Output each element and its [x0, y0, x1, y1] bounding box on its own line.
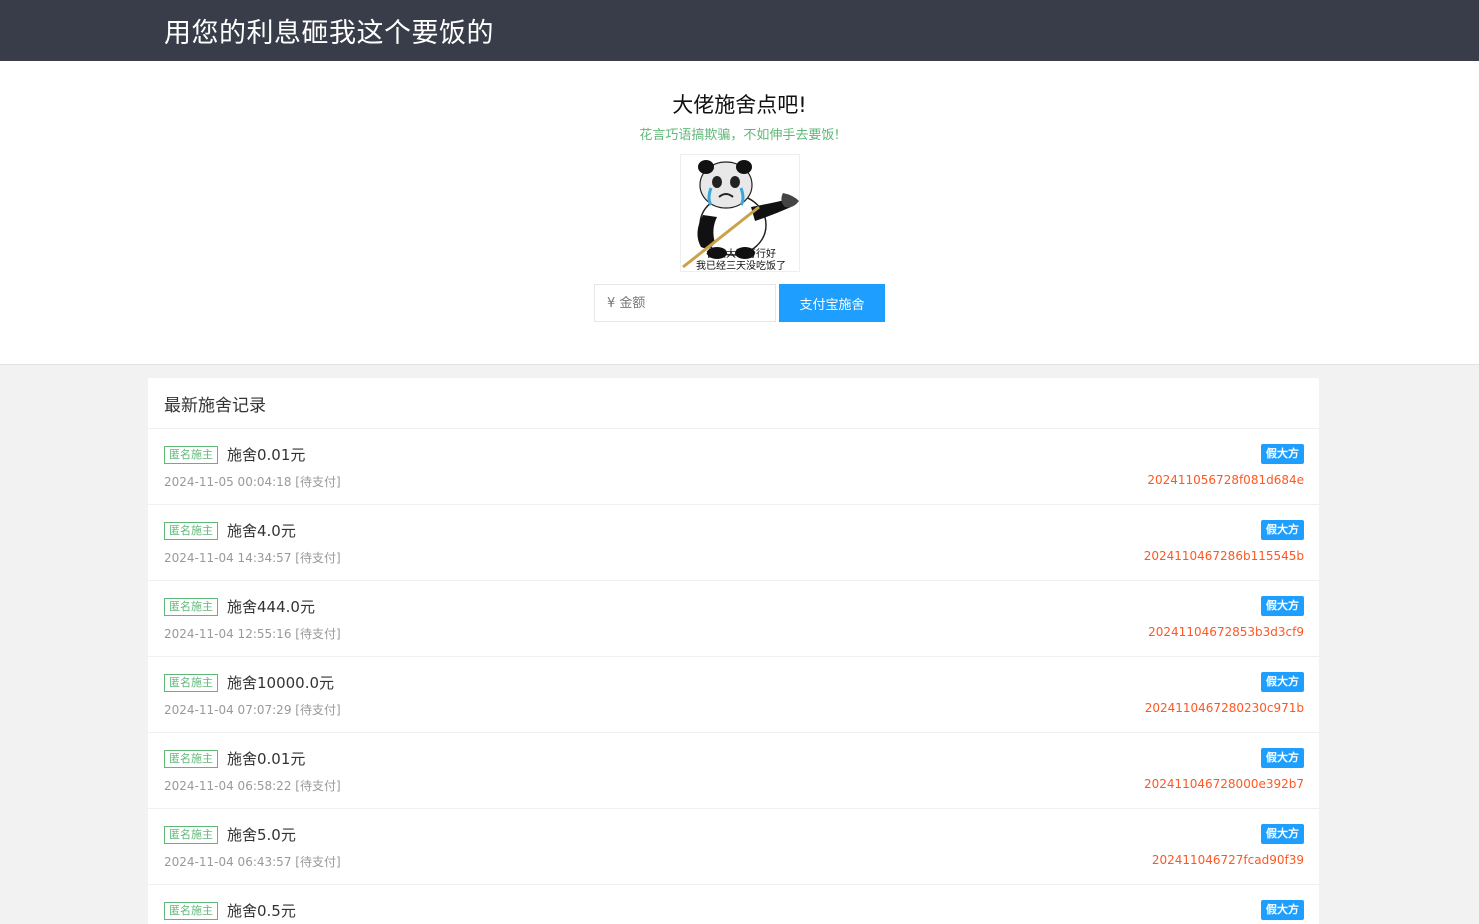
order-number: 2024110467280230c971b — [1144, 701, 1304, 715]
order-number: 202411046728000e392b7 — [1143, 777, 1304, 791]
order-number: 202411046727fcad90f39 — [1151, 853, 1304, 867]
anonymous-donor-tag: 匿名施主 — [164, 521, 218, 540]
records-title: 最新施舍记录 — [148, 378, 1319, 429]
status-badge: 假大方 — [1261, 672, 1304, 692]
donation-time: 2024-11-04 06:58:22 [待支付] — [164, 779, 341, 793]
status-badge: 假大方 — [1261, 748, 1304, 768]
donate-form: 支付宝施舍 — [594, 284, 885, 322]
order-number: 2024110467286b115545b — [1143, 549, 1304, 563]
hero-subtitle: 花言巧语搞欺骗，不如伸手去要饭! — [639, 128, 840, 143]
donation-amount: 施舍0.01元 — [227, 750, 306, 768]
donation-amount: 施舍10000.0元 — [227, 674, 335, 692]
status-badge: 假大方 — [1261, 596, 1304, 616]
anonymous-donor-tag: 匿名施主 — [164, 901, 218, 920]
donation-time: 2024-11-04 14:34:57 [待支付] — [164, 551, 341, 565]
panda-begging-meme-image: 各位大哥行行好 我已经三天没吃饭了 — [679, 154, 800, 272]
list-item: 匿名施主 施舍0.5元 假大方 — [148, 885, 1319, 924]
donation-time: 2024-11-04 12:55:16 [待支付] — [164, 627, 341, 641]
status-badge: 假大方 — [1261, 900, 1304, 920]
meme-caption-line2: 我已经三天没吃饭了 — [696, 259, 786, 272]
site-title: 用您的利息砸我这个要饭的 — [164, 18, 494, 49]
top-bar: 用您的利息砸我这个要饭的 — [0, 0, 1479, 61]
list-item: 匿名施主 施舍0.01元 2024-11-05 00:04:18 [待支付] 假… — [148, 429, 1319, 505]
donation-time: 2024-11-04 06:43:57 [待支付] — [164, 855, 341, 869]
meme-caption-line1: 各位大哥行行好 — [706, 247, 776, 260]
donation-time: 2024-11-05 00:04:18 [待支付] — [164, 475, 341, 489]
hero-title: 大佬施舍点吧! — [672, 93, 807, 117]
status-badge: 假大方 — [1261, 520, 1304, 540]
donate-hero: 大佬施舍点吧! 花言巧语搞欺骗，不如伸手去要饭! 各位大哥行行好 我已经三天没吃… — [0, 61, 1479, 365]
status-badge: 假大方 — [1261, 444, 1304, 464]
order-number: 202411056728f081d684e — [1147, 473, 1304, 487]
donation-amount: 施舍0.01元 — [227, 446, 306, 464]
amount-input[interactable] — [594, 284, 776, 322]
anonymous-donor-tag: 匿名施主 — [164, 597, 218, 616]
donation-time: 2024-11-04 07:07:29 [待支付] — [164, 703, 341, 717]
anonymous-donor-tag: 匿名施主 — [164, 825, 218, 844]
order-number: 20241104672853b3d3cf9 — [1148, 625, 1304, 639]
anonymous-donor-tag: 匿名施主 — [164, 673, 218, 692]
list-item: 匿名施主 施舍5.0元 2024-11-04 06:43:57 [待支付] 假大… — [148, 809, 1319, 885]
list-item: 匿名施主 施舍0.01元 2024-11-04 06:58:22 [待支付] 假… — [148, 733, 1319, 809]
list-item: 匿名施主 施舍4.0元 2024-11-04 14:34:57 [待支付] 假大… — [148, 505, 1319, 581]
donation-amount: 施舍0.5元 — [227, 902, 296, 920]
list-item: 匿名施主 施舍10000.0元 2024-11-04 07:07:29 [待支付… — [148, 657, 1319, 733]
donation-amount: 施舍4.0元 — [227, 522, 296, 540]
anonymous-donor-tag: 匿名施主 — [164, 445, 218, 464]
anonymous-donor-tag: 匿名施主 — [164, 749, 218, 768]
donation-amount: 施舍5.0元 — [227, 826, 296, 844]
alipay-donate-button[interactable]: 支付宝施舍 — [779, 284, 885, 322]
status-badge: 假大方 — [1261, 824, 1304, 844]
donation-amount: 施舍444.0元 — [227, 598, 315, 616]
donation-records-card: 最新施舍记录 匿名施主 施舍0.01元 2024-11-05 00:04:18 … — [148, 378, 1319, 924]
list-item: 匿名施主 施舍444.0元 2024-11-04 12:55:16 [待支付] … — [148, 581, 1319, 657]
